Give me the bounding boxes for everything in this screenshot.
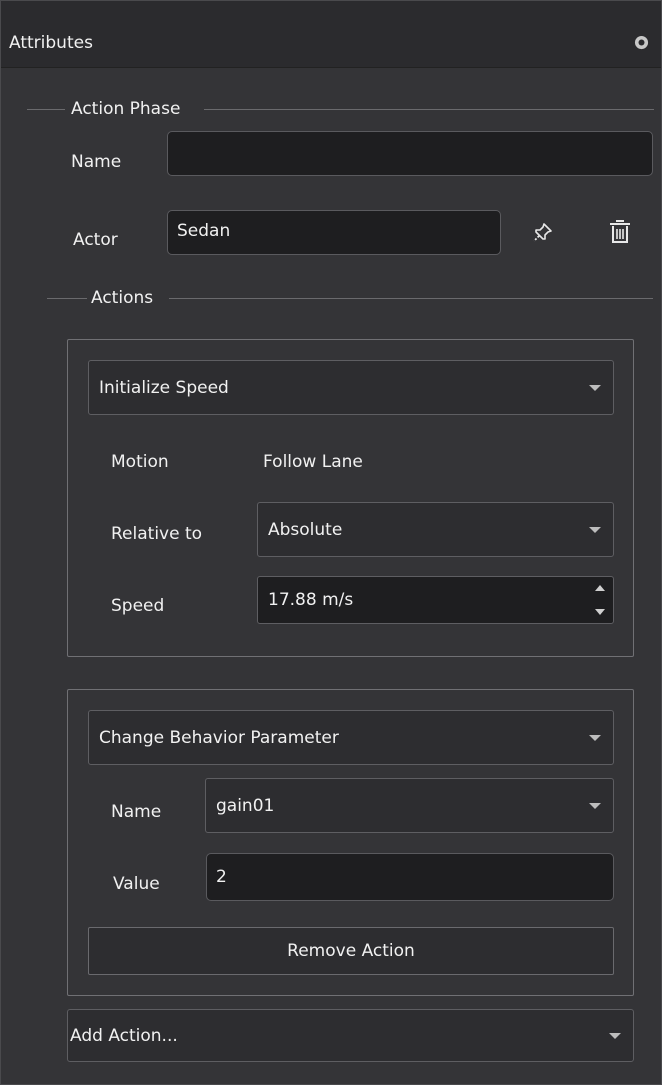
action-type-value: Change Behavior Parameter [99, 727, 339, 748]
action-type-value: Initialize Speed [99, 377, 229, 398]
parameter-name-value: gain01 [216, 795, 275, 816]
actions-label: Actions [91, 288, 154, 308]
chevron-down-icon [589, 384, 601, 391]
parameter-name-select[interactable]: gain01 [205, 778, 614, 833]
group-rule [169, 298, 653, 299]
action-type-select[interactable]: Initialize Speed [88, 360, 614, 415]
add-action-label: Add Action... [70, 1025, 178, 1046]
relative-to-value: Absolute [268, 519, 343, 540]
group-rule [47, 298, 87, 299]
spin-up-icon[interactable] [595, 585, 605, 591]
actor-field[interactable]: Sedan [167, 210, 501, 255]
trash-icon[interactable] [607, 218, 633, 246]
remove-action-button[interactable]: Remove Action [88, 927, 614, 975]
attributes-panel: Attributes Action Phase Name Actor Sedan… [0, 0, 662, 1085]
chevron-down-icon [589, 526, 601, 533]
group-rule [27, 109, 65, 110]
motion-label: Motion [111, 452, 169, 472]
motion-value: Follow Lane [263, 452, 363, 472]
speed-spinbox[interactable]: 17.88 m/s [257, 576, 614, 624]
parameter-name-label: Name [111, 802, 162, 822]
relative-to-label: Relative to [111, 524, 203, 544]
parameter-value-label: Value [113, 874, 160, 894]
close-icon[interactable] [634, 35, 649, 50]
chevron-down-icon [589, 802, 601, 809]
pin-icon[interactable] [531, 220, 555, 244]
action-type-select[interactable]: Change Behavior Parameter [88, 710, 614, 765]
speed-value: 17.88 m/s [268, 590, 354, 610]
panel-titlebar: Attributes [1, 1, 661, 68]
chevron-down-icon [609, 1032, 621, 1039]
chevron-down-icon [589, 734, 601, 741]
speed-label: Speed [111, 596, 165, 616]
group-rule [204, 109, 654, 110]
name-label: Name [71, 152, 122, 172]
spin-down-icon[interactable] [595, 609, 605, 615]
name-field[interactable] [167, 131, 653, 176]
parameter-value-field[interactable]: 2 [206, 853, 614, 901]
panel-title: Attributes [9, 33, 93, 53]
add-action-select[interactable]: Add Action... [67, 1009, 634, 1062]
relative-to-select[interactable]: Absolute [257, 502, 614, 557]
action-phase-label: Action Phase [71, 99, 181, 119]
actor-label: Actor [73, 230, 118, 250]
